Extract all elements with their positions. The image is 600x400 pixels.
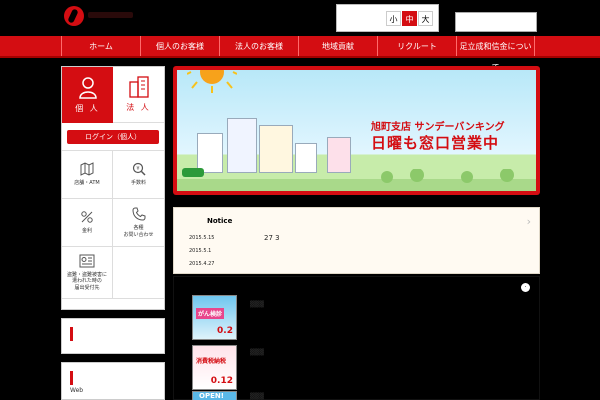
tab-personal-label: 個 人: [75, 103, 100, 113]
thumbnail-rate: 0.12: [210, 376, 233, 386]
bank-logo-icon[interactable]: [64, 6, 84, 26]
notice-date: 2015.5.15: [189, 235, 215, 241]
sidebar-box-web[interactable]: Web: [61, 362, 165, 400]
banner-subtitle: 日曜も窓口営業中: [371, 134, 500, 152]
tab-corporate[interactable]: 法 人: [113, 67, 164, 123]
building-illustration: [327, 137, 351, 173]
section-marker: [70, 371, 73, 385]
sidebar: 個 人 法 人 ログイン（個人） 店舗・ATM ¥ 手数料 金利 各種 お問い合…: [61, 66, 165, 310]
nav-item-home[interactable]: ホーム: [61, 36, 140, 56]
scroll-indicator-icon[interactable]: ·: [521, 283, 530, 292]
percent-icon: [81, 211, 93, 223]
quick-link-label: 手数料: [130, 180, 146, 187]
nav-item-about[interactable]: 足立成和信金について: [456, 36, 535, 72]
thumbnail-caption: がん検診: [196, 308, 225, 319]
sun-icon: [187, 70, 237, 93]
banner-title: 旭町支店 サンデーバンキング: [371, 122, 505, 133]
font-size-small-button[interactable]: 小: [386, 10, 401, 26]
chevron-right-icon[interactable]: ›: [527, 215, 531, 228]
quick-link-branch-atm[interactable]: 店舗・ATM: [62, 151, 113, 199]
id-card-icon: [79, 254, 95, 268]
main-banner[interactable]: 旭町支店 サンデーバンキング 日曜も窓口営業中: [173, 66, 540, 195]
nav-item-corporate[interactable]: 法人のお客様: [219, 36, 298, 56]
feature-title-placeholder[interactable]: ▓▓▓: [250, 349, 264, 356]
sidebar-box-secondary[interactable]: [61, 318, 165, 354]
feature-title-placeholder[interactable]: ▓▓▓: [250, 301, 264, 308]
notice-panel: Notice › 2015.5.15 27 3 2015.5.1 2015.4.…: [173, 207, 540, 274]
login-button[interactable]: ログイン（個人）: [67, 130, 159, 144]
quick-link-interest-rates[interactable]: 金利: [62, 199, 113, 247]
quick-link-label: 各種 お問い合わせ: [123, 225, 154, 238]
font-size-large-button[interactable]: 大: [418, 10, 433, 26]
thumbnail-caption: OPEN!: [199, 392, 224, 400]
quick-link-fees[interactable]: ¥ 手数料: [113, 151, 164, 199]
building-illustration: [197, 133, 223, 173]
feature-thumbnail-cancer-screening[interactable]: がん検診 0.2: [192, 295, 237, 340]
tab-personal[interactable]: 個 人: [62, 67, 113, 123]
landscape-illustration: [177, 169, 536, 191]
notice-title: Notice: [207, 217, 233, 225]
tab-corporate-label: 法 人: [126, 103, 151, 112]
person-icon: [78, 76, 97, 99]
quick-links-grid: 店舗・ATM ¥ 手数料 金利 各種 お問い合わせ 盗難・盗難被害に 遭われた時…: [62, 150, 164, 299]
notice-link[interactable]: 27 3: [264, 234, 280, 242]
web-label: Web: [70, 387, 84, 394]
page: 小 中 大 ホーム 個人のお客様 法人のお客様 地域貢献 リクルート 足立成和信…: [0, 0, 600, 400]
svg-text:¥: ¥: [136, 166, 139, 172]
search-input[interactable]: [455, 12, 537, 32]
feature-thumbnail-open[interactable]: OPEN!: [192, 391, 237, 400]
feature-title-placeholder[interactable]: ▓▓▓: [250, 393, 264, 400]
search-yen-icon: ¥: [132, 163, 146, 176]
feature-thumbnail-consumption-tax[interactable]: 消費税納税 0.12: [192, 345, 237, 390]
thumbnail-caption: 消費税納税: [196, 358, 227, 365]
global-nav: ホーム 個人のお客様 法人のお客様 地域貢献 リクルート 足立成和信金について: [0, 36, 600, 72]
nav-item-personal[interactable]: 個人のお客様: [140, 36, 219, 56]
font-size-medium-button[interactable]: 中: [402, 10, 417, 26]
nav-item-recruit[interactable]: リクルート: [377, 36, 456, 56]
quick-link-label: 金利: [81, 228, 92, 235]
quick-link-empty: [113, 247, 164, 299]
bank-logo-text: [88, 12, 133, 18]
building-illustration: [227, 118, 257, 173]
notice-date: 2015.5.1: [189, 248, 212, 254]
notice-date: 2015.4.27: [189, 261, 215, 267]
section-marker: [70, 327, 73, 341]
feature-list: · がん検診 0.2 ▓▓▓ 消費税納税 0.12 ▓▓▓ OPEN! ▓▓▓: [173, 276, 540, 400]
map-icon: [80, 162, 94, 177]
segment-tabs: 個 人 法 人: [62, 67, 164, 123]
quick-link-label: 盗難・盗難被害に 遭われた時の 届出受付先: [66, 271, 107, 291]
banner-illustration: 旭町支店 サンデーバンキング 日曜も窓口営業中: [177, 70, 536, 191]
quick-link-label: 店舗・ATM: [74, 180, 100, 187]
building-icon: [128, 76, 149, 98]
phone-icon: [131, 207, 145, 221]
quick-link-inquiries[interactable]: 各種 お問い合わせ: [113, 199, 164, 247]
building-illustration: [259, 125, 293, 173]
quick-link-theft-report[interactable]: 盗難・盗難被害に 遭われた時の 届出受付先: [62, 247, 113, 299]
thumbnail-rate: 0.2: [217, 326, 233, 336]
font-size-switcher: 小 中 大: [336, 4, 439, 32]
nav-item-community[interactable]: 地域貢献: [298, 36, 377, 56]
